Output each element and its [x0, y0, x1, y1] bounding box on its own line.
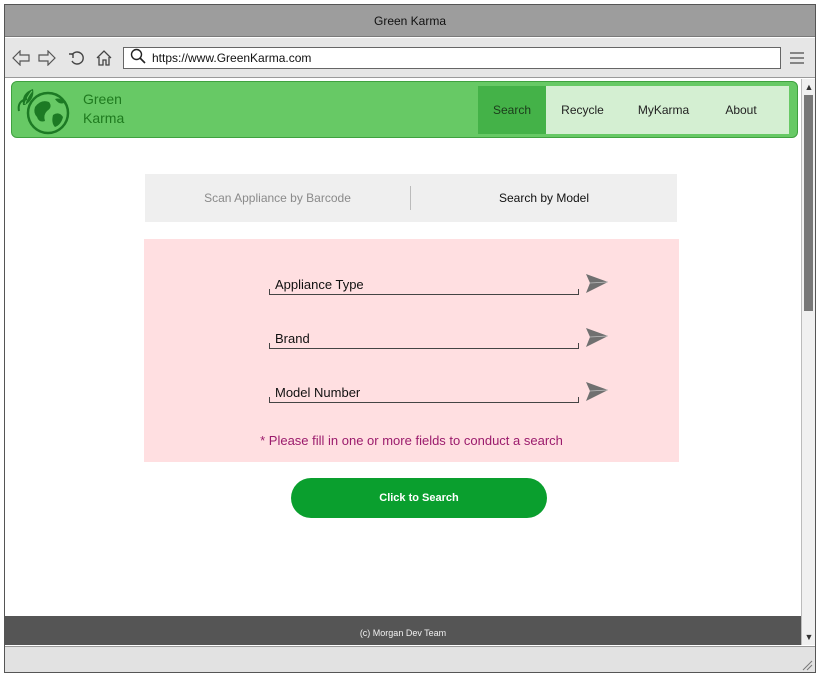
nav-item-mykarma[interactable]: MyKarma	[619, 86, 708, 134]
form-hint: * Please fill in one or more fields to c…	[260, 433, 563, 448]
nav-item-search[interactable]: Search	[478, 86, 546, 134]
footer-text: (c) Morgan Dev Team	[359, 627, 447, 638]
site-footer: (c) Morgan Dev Team	[5, 616, 801, 645]
send-icon[interactable]	[585, 273, 609, 295]
nav-item-recycle[interactable]: Recycle	[546, 86, 619, 134]
address-bar[interactable]: https://www.GreenKarma.com	[123, 47, 781, 69]
brand-line-1: Green	[83, 91, 122, 107]
tab-scan-barcode[interactable]: Scan Appliance by Barcode	[145, 174, 410, 222]
brand-field[interactable]: Brand	[269, 325, 579, 349]
scroll-thumb[interactable]	[804, 95, 813, 311]
browser-toolbar: https://www.GreenKarma.com	[5, 38, 815, 78]
resize-grip-icon[interactable]	[801, 658, 813, 671]
tab-search-by-model[interactable]: Search by Model	[411, 174, 677, 222]
site-header: Green Karma Search Recycle MyKarma About	[11, 81, 798, 138]
model-number-label: Model Number	[275, 385, 361, 400]
forward-arrow-icon[interactable]	[37, 48, 57, 68]
globe-leaf-icon[interactable]	[17, 85, 75, 135]
reload-icon[interactable]	[67, 48, 87, 68]
main-nav: Search Recycle MyKarma About	[478, 86, 789, 134]
search-mode-tabs: Scan Appliance by Barcode Search by Mode…	[145, 174, 677, 222]
search-button[interactable]: Click to Search	[291, 478, 547, 518]
home-icon[interactable]	[94, 48, 114, 68]
browser-window: Green Karma https://www.GreenKarma.com G…	[4, 4, 816, 673]
appliance-type-label: Appliance Type	[275, 277, 364, 292]
status-bar	[5, 646, 815, 672]
menu-icon[interactable]	[789, 50, 805, 66]
window-title: Green Karma	[373, 13, 447, 28]
brand-name[interactable]: Green Karma	[83, 90, 124, 128]
send-icon[interactable]	[585, 327, 609, 349]
send-icon[interactable]	[585, 381, 609, 403]
vertical-scrollbar[interactable]: ▲ ▼	[801, 79, 815, 645]
url-text: https://www.GreenKarma.com	[152, 51, 312, 65]
back-arrow-icon[interactable]	[11, 48, 31, 68]
scroll-down-icon[interactable]: ▼	[803, 631, 815, 643]
search-form-panel: Appliance Type Brand Model Number * Plea…	[144, 239, 679, 462]
brand-label: Brand	[275, 331, 310, 346]
scroll-up-icon[interactable]: ▲	[803, 81, 815, 93]
model-number-field[interactable]: Model Number	[269, 379, 579, 403]
appliance-type-field[interactable]: Appliance Type	[269, 271, 579, 295]
search-icon	[130, 48, 146, 69]
page-viewport: Green Karma Search Recycle MyKarma About…	[5, 79, 801, 645]
window-titlebar: Green Karma	[5, 5, 815, 37]
nav-item-about[interactable]: About	[708, 86, 774, 134]
brand-line-2: Karma	[83, 110, 125, 126]
